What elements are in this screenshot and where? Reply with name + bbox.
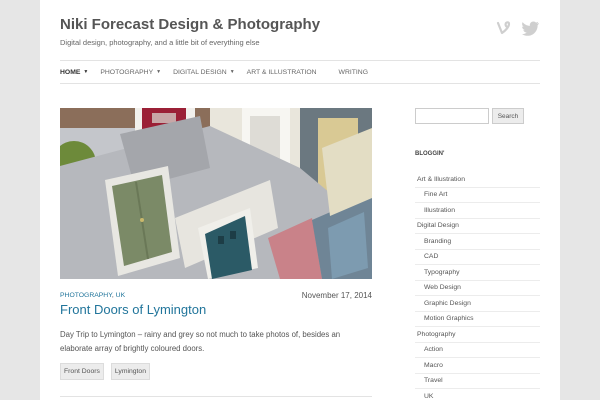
tag-link[interactable]: Lymington bbox=[110, 363, 150, 380]
site-title[interactable]: Niki Forecast Design & Photography bbox=[60, 16, 320, 33]
category-list-item[interactable]: Digital Design bbox=[415, 219, 540, 234]
caret-down-icon: ▼ bbox=[156, 69, 162, 75]
vine-icon[interactable] bbox=[496, 20, 512, 36]
twitter-icon[interactable] bbox=[522, 20, 539, 36]
category-list-item[interactable]: Motion Graphics bbox=[415, 312, 540, 327]
category-list-item[interactable]: Action bbox=[415, 343, 540, 358]
nav-item-art-illustration[interactable]: Art & Illustration bbox=[247, 69, 317, 76]
nav-item-label: Art & Illustration bbox=[246, 68, 317, 76]
category-link[interactable]: PHOTOGRAPHY bbox=[60, 292, 112, 299]
category-list-item[interactable]: Graphic Design bbox=[415, 296, 540, 312]
caret-down-icon: ▼ bbox=[83, 69, 89, 75]
divider bbox=[60, 396, 372, 397]
nav-item-label: Home bbox=[60, 68, 81, 76]
doors-photo bbox=[60, 108, 372, 279]
nav-item-home[interactable]: Home ▼ bbox=[60, 69, 88, 76]
category-list-item[interactable]: Fine Art bbox=[415, 188, 540, 203]
category-list-item[interactable]: Photography bbox=[415, 327, 540, 343]
nav-item-writing[interactable]: Writing bbox=[339, 69, 368, 76]
site-description: Digital design, photography, and a littl… bbox=[60, 38, 260, 47]
post-excerpt: Day Trip to Lymington – rainy and grey s… bbox=[60, 330, 341, 353]
post-tags: Front Doors Lymington bbox=[60, 363, 150, 380]
category-list: Art & Illustration Fine Art Illustration Di… bbox=[415, 172, 540, 400]
main-navigation: Home ▼ Photography ▼ Digital Design ▼ Ar… bbox=[60, 60, 540, 84]
featured-image[interactable] bbox=[60, 108, 372, 279]
post-categories: PHOTOGRAPHY, UK bbox=[60, 292, 126, 299]
social-links bbox=[496, 20, 539, 36]
post-date: November 17, 2014 bbox=[301, 291, 372, 300]
page-container: Niki Forecast Design & Photography Digit… bbox=[40, 0, 560, 400]
nav-item-label: Writing bbox=[338, 68, 368, 76]
category-list-item[interactable]: Illustration bbox=[415, 203, 540, 219]
nav-item-photography[interactable]: Photography ▼ bbox=[100, 69, 161, 76]
category-list-item[interactable]: CAD bbox=[415, 250, 540, 265]
category-list-item[interactable]: Web Design bbox=[415, 281, 540, 296]
caret-down-icon: ▼ bbox=[229, 69, 235, 75]
category-link[interactable]: UK bbox=[116, 292, 125, 299]
category-list-item[interactable]: Branding bbox=[415, 234, 540, 250]
category-list-item[interactable]: Travel bbox=[415, 374, 540, 389]
category-list-item[interactable]: Typography bbox=[415, 265, 540, 281]
category-list-item[interactable]: Art & Illustration bbox=[415, 172, 540, 188]
nav-item-digital-design[interactable]: Digital Design ▼ bbox=[173, 69, 235, 76]
categories-widget-title: BLOGGIN' bbox=[415, 151, 445, 157]
nav-item-label: Digital Design bbox=[173, 68, 227, 76]
search-input[interactable] bbox=[415, 108, 489, 124]
tag-link[interactable]: Front Doors bbox=[60, 363, 104, 380]
category-list-item[interactable]: Macro bbox=[415, 358, 540, 374]
nav-item-label: Photography bbox=[100, 68, 154, 76]
search-button[interactable]: Search bbox=[492, 108, 524, 124]
post-title[interactable]: Front Doors of Lymington bbox=[60, 302, 206, 317]
category-list-item[interactable]: UK bbox=[415, 389, 540, 400]
